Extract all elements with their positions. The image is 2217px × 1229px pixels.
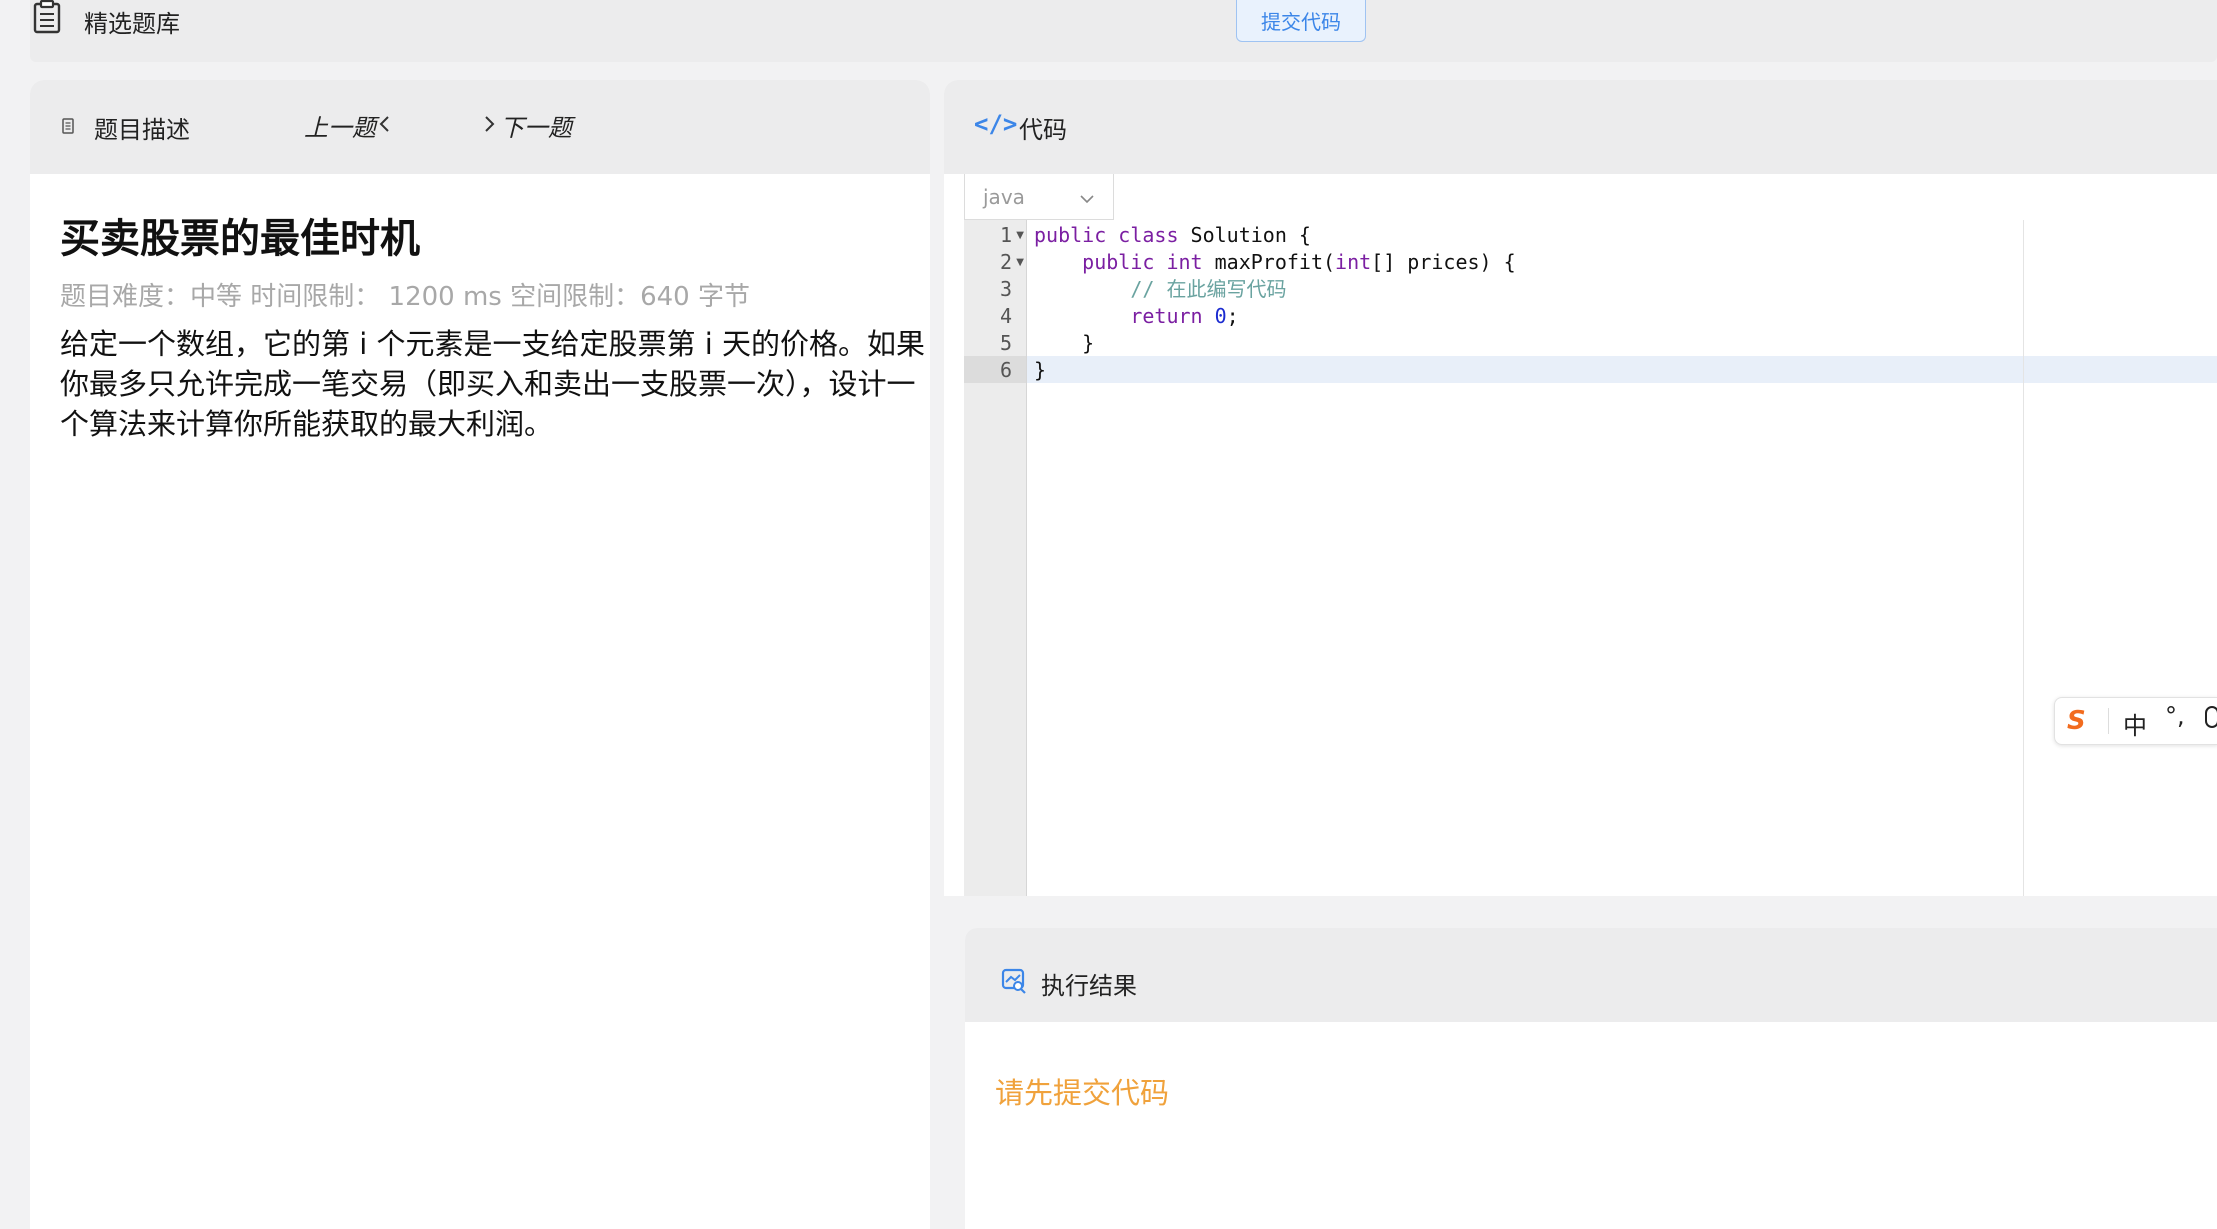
ime-punctuation-toggle[interactable]: °, (2165, 702, 2185, 730)
code-panel-title: 代码 (1019, 116, 1067, 144)
result-header (965, 928, 2217, 1022)
submit-code-button[interactable]: 提交代码 (1236, 0, 1366, 42)
previous-question-label: 上一题 (304, 114, 376, 142)
code-editor[interactable]: public class Solution { public int maxPr… (944, 220, 2217, 896)
tab-problem-description[interactable]: 题目描述 (94, 110, 190, 145)
ime-language-toggle[interactable]: 中 (2123, 706, 2147, 741)
clipboard-list-icon[interactable] (32, 0, 62, 34)
code-line: } (1082, 331, 1095, 355)
document-icon (62, 118, 74, 134)
code-header (944, 80, 2217, 174)
code-line: return 0; (1130, 304, 1239, 328)
code-panel: </> 代码 java 1 ▼ 2 ▼ 3 4 5 6 public class… (944, 80, 2217, 896)
code-line: // 在此编写代码 (1130, 277, 1287, 301)
result-title: 执行结果 (1041, 972, 1137, 1000)
chevron-left-icon (378, 112, 392, 140)
language-select[interactable]: java (964, 174, 1114, 220)
result-panel: 执行结果 请先提交代码 (965, 928, 2217, 1229)
microphone-icon[interactable] (2205, 706, 2217, 728)
chevron-right-icon (482, 112, 496, 140)
code-line: public class Solution { (1034, 223, 1311, 247)
ime-toolbar[interactable]: S 中 °, (2054, 697, 2217, 745)
previous-question-link[interactable]: 上一题 (304, 108, 392, 143)
question-bank-link[interactable]: 精选题库 (84, 4, 180, 39)
language-value: java (983, 184, 1025, 209)
result-message: 请先提交代码 (995, 1076, 1170, 1110)
code-line: public int maxProfit(int[] prices) { (1082, 250, 1516, 274)
problem-title: 买卖股票的最佳时机 (60, 216, 420, 262)
next-question-label: 下一题 (500, 114, 572, 142)
code-line: } (1034, 358, 1047, 382)
chevron-down-icon (1079, 185, 1095, 209)
sogou-logo-icon[interactable]: S (2067, 706, 2086, 736)
divider (2108, 708, 2109, 734)
top-bar (30, 0, 2217, 62)
problem-meta: 题目难度：中等 时间限制： 1200 ms 空间限制：640 字节 (60, 282, 750, 312)
next-question-link[interactable]: 下一题 (482, 108, 572, 143)
problem-description: 给定一个数组，它的第 i 个元素是一支给定股票第 i 天的价格。如果你最多只允许… (60, 327, 925, 441)
result-search-icon (1001, 968, 1027, 994)
problem-panel: 题目描述 上一题 下一题 买卖股票的最佳时机 题目难度：中等 时间限制： 120… (30, 80, 930, 1229)
code-icon: </> (974, 110, 1018, 138)
